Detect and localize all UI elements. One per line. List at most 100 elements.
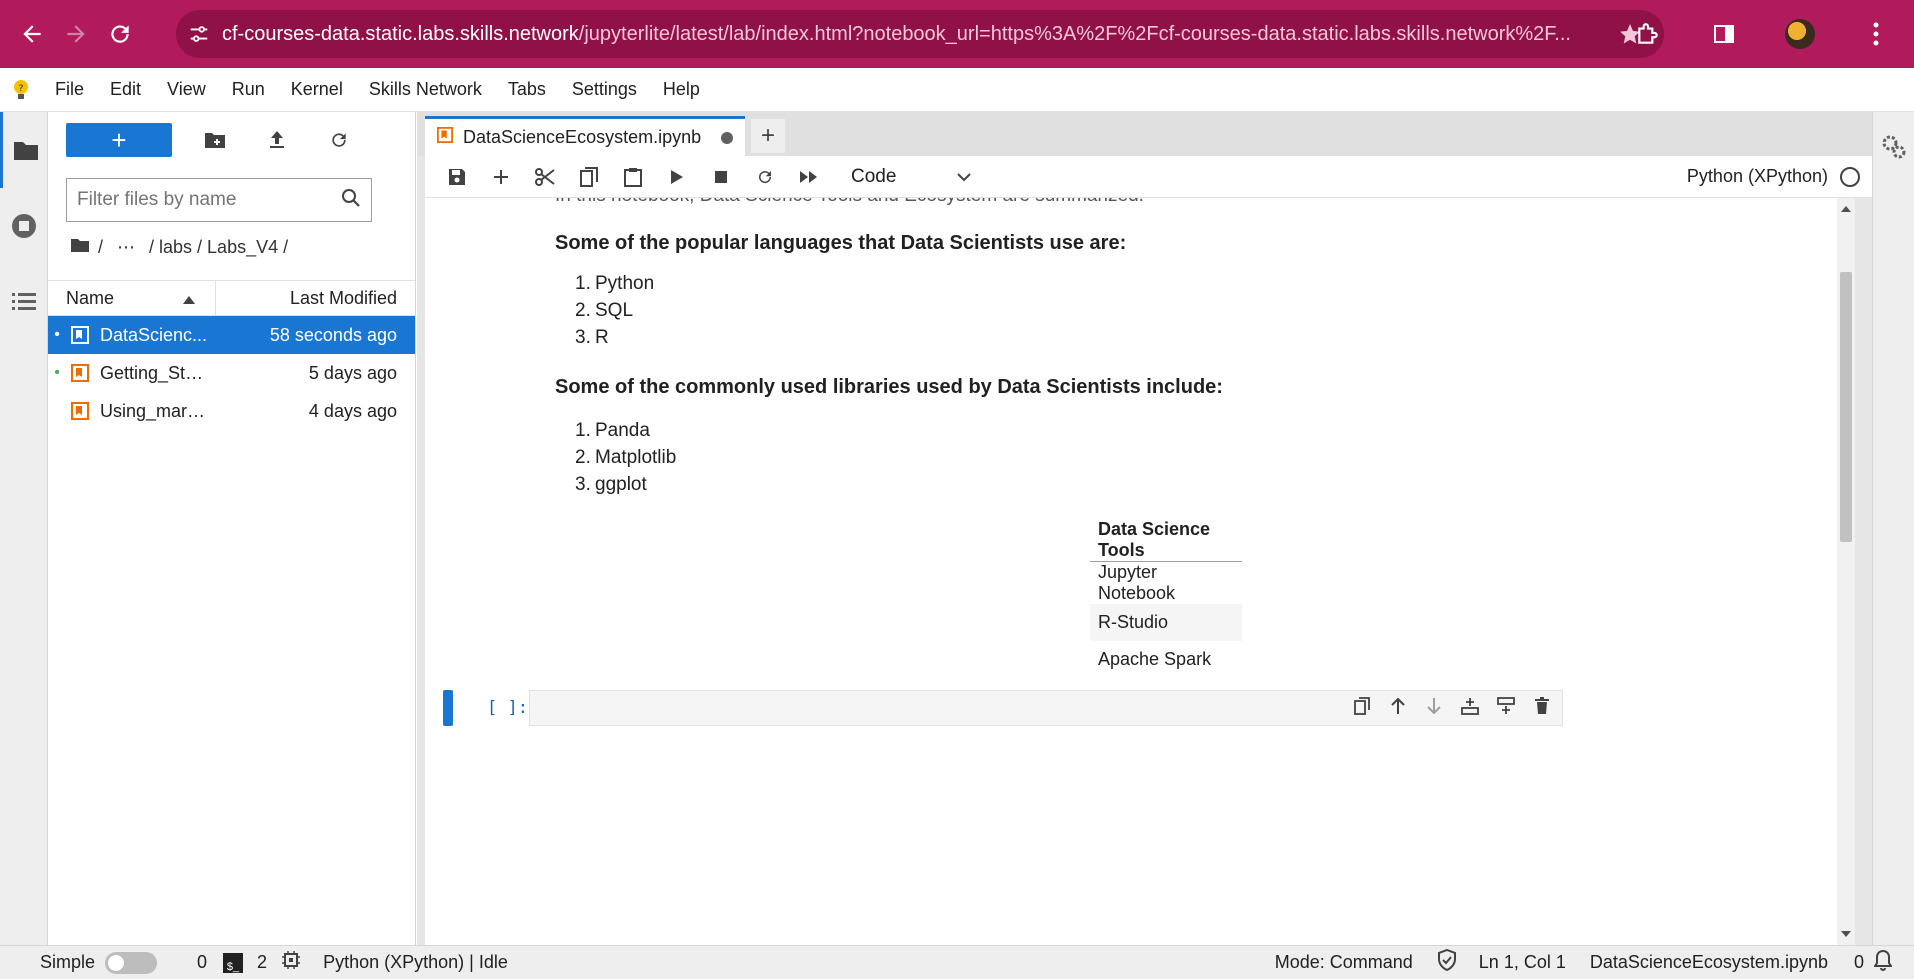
list-item: 1. Python (575, 273, 655, 294)
new-tab-button[interactable]: + (751, 119, 785, 153)
list-item: 2. Matplotlib (575, 447, 677, 468)
insert-cell-icon[interactable] (479, 169, 523, 185)
notebook-file-icon (66, 326, 94, 344)
terminal-count[interactable]: 2 (257, 952, 267, 973)
save-icon[interactable] (435, 168, 479, 186)
cursor-position[interactable]: Ln 1, Col 1 (1479, 952, 1566, 973)
delete-cell-icon[interactable] (1532, 697, 1552, 719)
menu-run[interactable]: Run (219, 79, 278, 100)
filter-files-field[interactable] (66, 178, 372, 222)
unsaved-indicator[interactable] (721, 131, 733, 144)
insert-below-icon[interactable] (1496, 697, 1516, 719)
languages-list: 1. Python 2. SQL 3. R (575, 270, 654, 351)
cut-icon[interactable] (523, 167, 567, 187)
table-of-contents-icon[interactable] (0, 264, 48, 340)
tab-notebook[interactable]: DataScienceEcosystem.ipynb (425, 116, 745, 156)
kernel-idle-icon (1840, 166, 1860, 187)
menu-kernel[interactable]: Kernel (278, 79, 356, 100)
scroll-thumb[interactable] (1840, 272, 1852, 542)
move-down-icon[interactable] (1424, 697, 1444, 719)
insert-above-icon[interactable] (1460, 697, 1480, 719)
file-list-header: Name Last Modified (48, 280, 415, 316)
menu-view[interactable]: View (154, 79, 219, 100)
list-item: 2. SQL (575, 300, 634, 321)
notebook-scrollbar[interactable] (1837, 198, 1855, 945)
new-folder-icon[interactable] (184, 131, 246, 149)
list-item: 1. Panda (575, 420, 650, 441)
simple-mode-label: Simple (40, 952, 96, 972)
code-editor[interactable] (529, 690, 1563, 726)
copy-icon[interactable] (567, 166, 611, 187)
reload-icon[interactable] (100, 14, 140, 54)
paste-icon[interactable] (611, 167, 655, 187)
menu-skills-network[interactable]: Skills Network (356, 79, 495, 100)
refresh-icon[interactable] (308, 130, 370, 150)
bell-icon[interactable] (1873, 949, 1893, 976)
mode-indicator: Mode: Command (1274, 952, 1413, 972)
kernel-count[interactable]: 0 (197, 952, 207, 973)
intro-text: In this notebook, Data Science Tools and… (555, 198, 1144, 207)
last-modified-column-header[interactable]: Last Modified (216, 288, 415, 309)
profile-avatar[interactable] (1762, 19, 1838, 49)
breadcrumb-root[interactable]: / (98, 237, 103, 258)
active-cell-indicator (443, 690, 453, 726)
back-icon[interactable] (12, 14, 52, 54)
filter-files-input[interactable] (77, 189, 341, 211)
menu-file[interactable]: File (42, 79, 97, 100)
side-panel-icon[interactable] (1686, 22, 1762, 46)
notification-count[interactable]: 0 (1854, 952, 1864, 973)
cpu-icon (281, 950, 301, 975)
running-indicator: • (54, 326, 60, 343)
breadcrumb-ellipsis[interactable]: ⋯ (117, 237, 135, 258)
restart-kernel-icon[interactable] (743, 168, 787, 186)
new-launcher-button[interactable]: + (66, 123, 172, 157)
table-header: Data Science Tools (1090, 519, 1242, 562)
restart-run-all-icon[interactable] (787, 170, 831, 184)
notebook-file-icon (66, 364, 94, 382)
right-sidebar (1872, 112, 1914, 945)
table-cell: Apache Spark (1098, 649, 1212, 669)
scroll-up-icon[interactable] (1841, 206, 1851, 212)
site-settings-icon[interactable] (176, 23, 222, 45)
file-row[interactable]: Using_mark... 4 days ago (48, 392, 415, 430)
scroll-down-icon[interactable] (1841, 931, 1851, 937)
status-bar: Simple 0 $_ 2 Python (XPython) | Idle Mo… (0, 945, 1914, 979)
notebook-toolbar: Code Python (XPython) (425, 156, 1872, 198)
stop-icon[interactable] (699, 170, 743, 184)
menu-edit[interactable]: Edit (97, 79, 154, 100)
main-area: DataScienceEcosystem.ipynb + Code Python… (417, 112, 1872, 945)
folder-icon[interactable] (0, 112, 48, 188)
menu-tabs[interactable]: Tabs (495, 79, 559, 100)
file-row[interactable]: • Getting_Sta... 5 days ago (48, 354, 415, 392)
upload-icon[interactable] (246, 130, 308, 150)
search-icon (341, 188, 361, 213)
breadcrumb-path[interactable]: / labs / Labs_V4 / (149, 237, 288, 258)
kernel-indicator[interactable]: Python (XPython) (1687, 166, 1872, 187)
property-inspector-icon[interactable] (1873, 134, 1914, 160)
forward-icon[interactable] (56, 14, 96, 54)
file-name: Getting_Sta... (100, 362, 210, 383)
name-column-label: Name (66, 287, 115, 308)
code-cell[interactable]: [ ]: (443, 690, 1565, 726)
file-browser: + / ⋯ / labs / Labs_V4 / Name Last Mo (48, 112, 416, 945)
kernel-status[interactable]: Python (XPython) | Idle (323, 952, 508, 973)
run-icon[interactable] (655, 169, 699, 185)
libraries-heading: Some of the commonly used libraries used… (555, 376, 1223, 398)
simple-mode-toggle[interactable] (105, 951, 158, 974)
home-folder-icon[interactable] (70, 237, 90, 258)
list-item: 3. ggplot (575, 474, 647, 495)
browser-menu-icon[interactable] (1838, 21, 1914, 47)
status-filename: DataScienceEcosystem.ipynb (1589, 952, 1828, 972)
running-sessions-icon[interactable] (0, 188, 48, 264)
cell-type-select[interactable]: Code (851, 166, 971, 188)
libraries-list: 1. Panda 2. Matplotlib 3. ggplot (575, 417, 676, 498)
file-row[interactable]: • DataScienc... 58 seconds ago (48, 316, 415, 354)
name-column-header[interactable]: Name (48, 281, 216, 315)
duplicate-cell-icon[interactable] (1352, 697, 1372, 719)
address-bar[interactable]: cf-courses-data.static.labs.skills.netwo… (176, 10, 1664, 58)
extensions-icon[interactable] (1610, 21, 1686, 47)
move-up-icon[interactable] (1388, 697, 1408, 719)
menu-help[interactable]: Help (650, 79, 713, 100)
svg-text:?: ? (19, 84, 24, 94)
menu-settings[interactable]: Settings (559, 79, 650, 100)
